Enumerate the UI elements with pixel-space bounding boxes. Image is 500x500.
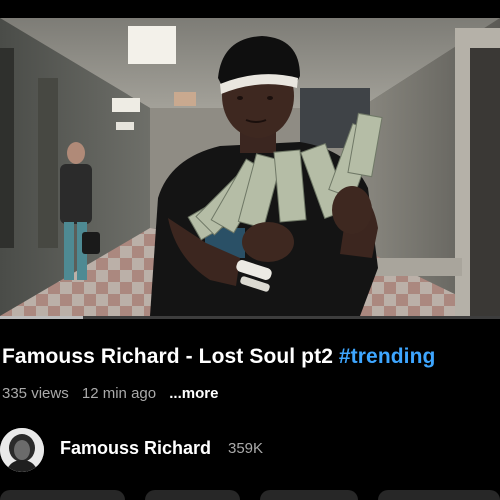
like-dislike-chip[interactable] xyxy=(0,490,125,500)
share-chip[interactable] xyxy=(145,490,240,500)
video-title-text: Famouss Richard - Lost Soul pt2 xyxy=(2,345,333,368)
remix-chip[interactable] xyxy=(260,490,358,500)
video-meta: 335 views 12 min ago ...more xyxy=(2,385,218,402)
hashtag-link[interactable]: #trending xyxy=(339,345,436,368)
progress-bar-fill xyxy=(0,316,83,319)
view-count: 335 views xyxy=(2,385,69,402)
subscriber-count: 359K xyxy=(228,440,264,457)
channel-avatar-image xyxy=(0,428,44,472)
channel-avatar[interactable] xyxy=(0,428,44,472)
download-chip[interactable] xyxy=(378,490,500,500)
progress-bar[interactable] xyxy=(0,316,500,319)
watch-page: Famouss Richard - Lost Soul pt2 #trendin… xyxy=(0,0,500,500)
video-frame xyxy=(0,18,500,316)
video-title[interactable]: Famouss Richard - Lost Soul pt2 #trendin… xyxy=(2,345,500,369)
action-chips-row xyxy=(0,490,500,500)
channel-row[interactable]: Famouss Richard 359K xyxy=(0,428,500,474)
upload-time: 12 min ago xyxy=(81,385,157,402)
more-button[interactable]: ...more xyxy=(169,385,218,402)
video-player[interactable] xyxy=(0,18,500,316)
channel-name[interactable]: Famouss Richard xyxy=(60,438,211,459)
